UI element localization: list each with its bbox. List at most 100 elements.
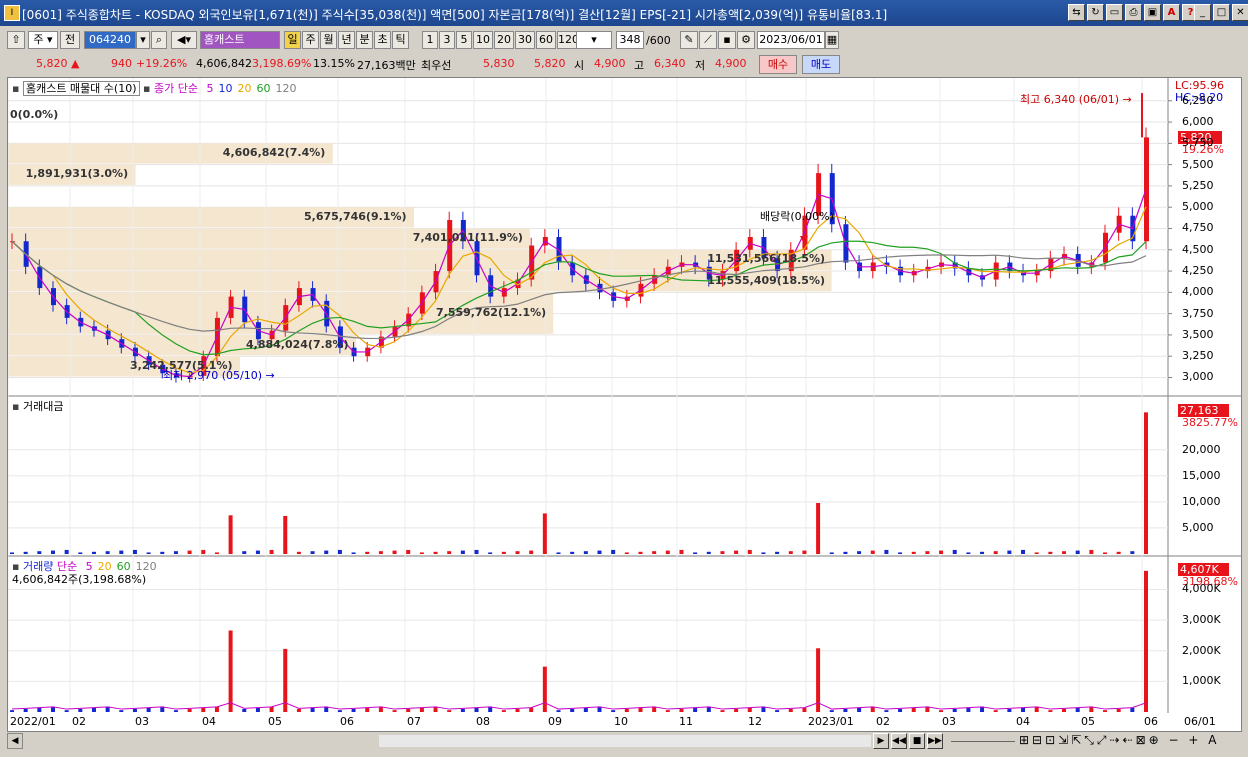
amount-bar [529,550,534,554]
x-axis-label: 03 [942,715,956,728]
interval-tab[interactable]: 20 [494,31,514,49]
volume-bar [242,708,247,712]
code-input[interactable]: 064240 [84,31,136,49]
amount-bar [187,550,192,554]
x-axis-label: 06 [1144,715,1158,728]
period-tab[interactable]: 초 [374,31,391,49]
period-tab[interactable]: 년 [338,31,355,49]
period-tab[interactable]: 일 [284,31,301,49]
period-tab[interactable]: 월 [320,31,337,49]
volume-bar [570,708,575,712]
x-axis-label: 04 [202,715,216,728]
close-icon[interactable]: ✕ [1232,4,1248,21]
amount-bar [1116,551,1121,554]
turnover: 13.15% [313,57,355,70]
amount-bar [747,549,752,554]
minimize-icon[interactable]: _ [1194,4,1211,21]
chart-tools[interactable]: ⊞⊟⊡⇲⇱⤡⤢⇢⇠⊠⊕ − + A [1019,733,1219,748]
amount-bar [556,552,561,554]
interval-tab[interactable]: 5 [456,31,472,49]
interval-tab[interactable]: 30 [515,31,535,49]
amount-bar [91,551,96,554]
code-dropdown-icon[interactable]: ▾ [136,31,150,49]
interval-tab[interactable]: 10 [473,31,493,49]
amount-bar [269,549,274,554]
tool-icon[interactable]: ✎ [680,31,698,49]
amount-bar [1062,551,1067,554]
stock-name[interactable]: 홈캐스트 [200,31,280,49]
volume-bar [501,710,506,712]
amount-bar [884,549,889,554]
sound-icon[interactable]: ◀▾ [171,31,197,49]
amount-bar [775,551,780,554]
interval-tab[interactable]: 60 [536,31,556,49]
amount-bar [515,551,520,554]
volume-bar [1062,708,1067,712]
print-icon[interactable]: ⎙ [1125,4,1142,21]
play-icon[interactable]: ▶ [873,733,889,749]
price-tick: 6,000 [1182,115,1214,129]
stop-icon[interactable]: ■ [909,733,925,749]
volume-bar [255,707,260,712]
band-label: 11,531,566(18.5%) [707,252,825,266]
zoom-slider[interactable] [951,737,1015,742]
amount-bar [1103,552,1108,554]
amount-bar [78,552,83,554]
save-icon[interactable]: ▪ [718,31,736,49]
rewind-icon[interactable]: ◀◀ [891,733,907,749]
scroll-left-icon[interactable]: ◀ [7,733,23,749]
amount-bar [406,549,411,554]
period-tab[interactable]: 분 [356,31,373,49]
pin-icon[interactable]: ⇧ [7,31,25,49]
low-price: 4,900 [715,57,747,70]
window-icon[interactable]: ▭ [1106,4,1123,21]
volume-bar [556,710,561,712]
amount-bar [201,549,206,554]
amount-bar [597,550,602,554]
band-label: 4,884,024(7.8%) [246,337,349,351]
amount-bar [242,551,247,554]
volume-bar [679,708,684,712]
volume-bar [1075,707,1080,712]
amount-bar [611,549,616,554]
count-input[interactable]: 348 [616,31,644,49]
maximize-icon[interactable]: □ [1213,4,1230,21]
date-input[interactable]: 2023/06/01 [757,31,825,49]
amount-bar [843,551,848,554]
calendar-icon[interactable]: ▦ [825,31,839,49]
jeon-button[interactable]: 전 [60,31,80,49]
scroll-thumb[interactable] [379,735,871,747]
period-tab[interactable]: 주 [302,31,319,49]
chart-area[interactable]: ▪ 홈캐스트 매물대 수(10) ▪ 종가 단순 5 10 20 60 120 LC:9… [7,77,1242,715]
font-icon[interactable]: A [1163,4,1180,21]
count-total: /600 [646,34,671,47]
app-icon[interactable]: I [4,5,20,21]
refresh-icon[interactable]: ↻ [1087,4,1104,21]
trend-icon[interactable]: ⟋ [699,31,717,49]
amount-bar [1048,551,1053,554]
volume-bar [665,710,670,712]
buy-button[interactable]: 매수 [759,55,797,74]
market-select[interactable]: 주 ▾ [28,31,58,49]
amount-bar [146,552,151,554]
amount-bar [132,549,137,554]
high-price: 6,340 [654,57,686,70]
interval-tab[interactable]: 3 [439,31,455,49]
search-icon[interactable]: ⌕ [151,31,167,49]
amount-bar [734,550,739,554]
amount-bar [693,552,698,554]
scroll-bar[interactable]: ◀ ▶ ◀◀ ■ ▶▶ ⊞⊟⊡⇲⇱⤡⤢⇢⇠⊠⊕ − + A [7,732,1240,750]
forward-icon[interactable]: ▶▶ [927,733,943,749]
sell-button[interactable]: 매도 [802,55,840,74]
period-tab[interactable]: 틱 [392,31,409,49]
amount-bar [337,549,342,554]
band-label: 1,891,931(3.0%) [25,167,129,181]
interval-dropdown[interactable]: ▾ [576,31,612,49]
screen-icon[interactable]: ▣ [1144,4,1161,21]
settings-icon[interactable]: ⚙ [737,31,755,49]
price-tick: 4,000 [1182,285,1214,299]
link-icon[interactable]: ⇆ [1068,4,1085,21]
price-tick: 5,000 [1182,200,1214,214]
chart-svg[interactable] [8,78,1241,714]
interval-tab[interactable]: 1 [422,31,438,49]
